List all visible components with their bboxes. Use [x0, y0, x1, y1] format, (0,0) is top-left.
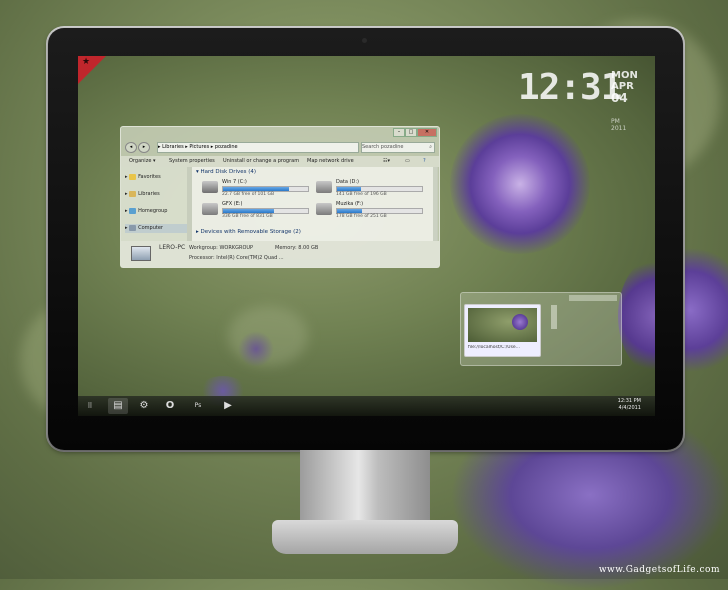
taskbar: ⠿ ▤ ⚙ O Ps ▶ 12:31 PM 4/4/2011: [78, 396, 655, 416]
tray-clock[interactable]: 12:31 PM 4/4/2011: [618, 398, 641, 412]
hard-drive-icon: [316, 181, 332, 193]
drive-item[interactable]: Data (D:) 141 GB free of 196 GB: [316, 179, 431, 199]
desktop-screen: ★ 12:31 MON APR 04 PM 2011 – □ ✕ ◂ ▸ ▸ L…: [78, 56, 655, 416]
thumb-title-bar: [569, 295, 617, 301]
hard-drive-icon: [316, 203, 332, 215]
explorer-window[interactable]: – □ ✕ ◂ ▸ ▸ Libraries ▸ Pictures ▸ pozad…: [120, 126, 440, 268]
search-input[interactable]: Search pozadine ⌕: [361, 142, 435, 153]
watermark: www.GadgetsofLife.com: [598, 565, 720, 575]
drive-free-space: 22.7 GB free of 101 GB: [222, 192, 275, 197]
camera-icon: [362, 38, 367, 43]
hard-drive-icon: [202, 181, 218, 193]
explorer-icon[interactable]: ▤: [108, 398, 128, 414]
content-pane: ▾ Hard Disk Drives (4) Win 7 (C:) 22.7 G…: [192, 167, 437, 241]
drive-name: Win 7 (C:): [222, 179, 247, 185]
computer-icon: [131, 246, 151, 261]
computer-icon: [129, 224, 137, 231]
drive-usage-fill: [223, 209, 274, 213]
tray-date: 4/4/2011: [618, 405, 641, 411]
clock-year: PM 2011: [611, 118, 627, 132]
thumb-scroll-button[interactable]: [551, 305, 557, 329]
command-bar: Organize ▾ System properties Uninstall o…: [121, 156, 439, 167]
uninstall-program-button[interactable]: Uninstall or change a program: [223, 157, 299, 166]
drive-free-space: 178 GB free of 251 GB: [336, 214, 387, 219]
taskbar-thumbnail[interactable]: file://localhost/C:/Use...: [464, 304, 541, 357]
drive-item[interactable]: GFX (E:) 336 GB free of 831 GB: [202, 201, 317, 221]
flower-wallpaper: [618, 256, 655, 376]
nav-item-computer[interactable]: ▸ Computer: [125, 224, 187, 233]
back-icon[interactable]: ◂: [125, 142, 137, 153]
search-placeholder: Search pozadine: [362, 144, 404, 150]
maximize-button[interactable]: □: [405, 128, 417, 137]
photoshop-icon[interactable]: Ps: [188, 398, 208, 414]
navigation-pane: ▸ Favorites ▸ Libraries ▸ Homegroup ▸ Co…: [121, 167, 187, 241]
settings-icon[interactable]: ⚙: [134, 398, 154, 414]
drive-free-space: 141 GB free of 196 GB: [336, 192, 387, 197]
address-bar[interactable]: ▸ Libraries ▸ Pictures ▸ pozadine: [157, 142, 359, 153]
clock-time: 12:31: [518, 67, 622, 108]
drive-name: Data (D:): [336, 179, 359, 185]
folder-icon: [129, 190, 137, 197]
flower-wallpaper: [450, 114, 590, 254]
minimize-button[interactable]: –: [393, 128, 405, 137]
pc-name: LERO-PC: [159, 244, 186, 251]
drive-name: GFX (E:): [222, 201, 243, 207]
star-icon: [129, 173, 137, 180]
drive-usage-fill: [337, 187, 361, 191]
nav-item-homegroup[interactable]: ▸ Homegroup: [125, 207, 187, 216]
search-icon: ⌕: [429, 144, 432, 150]
drive-usage-fill: [223, 187, 290, 191]
start-icon[interactable]: ⠿: [80, 398, 100, 414]
hard-drive-icon: [202, 203, 218, 215]
system-properties-button[interactable]: System properties: [169, 157, 215, 166]
monitor-stand-neck: [300, 450, 430, 530]
monitor-stand-base: [272, 520, 458, 554]
title-bar[interactable]: – □ ✕: [121, 127, 439, 137]
homegroup-icon: [129, 207, 137, 214]
nav-item-libraries[interactable]: ▸ Libraries: [125, 190, 187, 199]
close-button[interactable]: ✕: [417, 128, 437, 137]
flower-wallpaper: [238, 331, 274, 367]
clock-day: 04: [611, 91, 628, 105]
thumbnail-label: file://localhost/C:/Use...: [468, 345, 520, 350]
map-network-drive-button[interactable]: Map network drive: [307, 157, 354, 166]
workgroup-info: Workgroup: WORKGROUP: [189, 245, 254, 251]
media-player-icon[interactable]: ▶: [218, 398, 238, 414]
drive-usage-fill: [337, 209, 362, 213]
opera-icon[interactable]: O: [160, 398, 180, 414]
details-pane: LERO-PC Workgroup: WORKGROUP Memory: 8.0…: [121, 241, 439, 267]
tray-time: 12:31 PM: [617, 398, 641, 404]
view-options-icon[interactable]: ☷▾: [383, 157, 390, 166]
clock-weekday: MON: [611, 70, 638, 81]
help-icon[interactable]: ?: [423, 157, 426, 166]
group-header-removable[interactable]: ▸ Devices with Removable Storage (2): [196, 229, 301, 235]
content-scrollbar[interactable]: [433, 167, 438, 241]
nav-item-favorites[interactable]: ▸ Favorites: [125, 173, 187, 182]
forward-icon[interactable]: ▸: [138, 142, 150, 153]
memory-info: Memory: 8.00 GB: [275, 245, 319, 251]
flower-decoration: [512, 314, 528, 330]
drive-free-space: 336 GB free of 831 GB: [222, 214, 273, 219]
thumbnail-image: [468, 308, 537, 342]
breadcrumb: ▸ Libraries ▸ Pictures ▸ pozadine: [158, 144, 238, 150]
drive-name: Muzika (F:): [336, 201, 364, 207]
organize-button[interactable]: Organize ▾: [129, 157, 156, 166]
processor-info: Processor: Intel(R) Core(TM)2 Quad ...: [189, 255, 284, 261]
preview-pane-icon[interactable]: ▭: [405, 157, 410, 166]
star-icon: ★: [82, 57, 91, 67]
drive-item[interactable]: Win 7 (C:) 22.7 GB free of 101 GB: [202, 179, 317, 199]
drive-item[interactable]: Muzika (F:) 178 GB free of 251 GB: [316, 201, 431, 221]
group-header-hdd[interactable]: ▾ Hard Disk Drives (4): [196, 169, 256, 175]
